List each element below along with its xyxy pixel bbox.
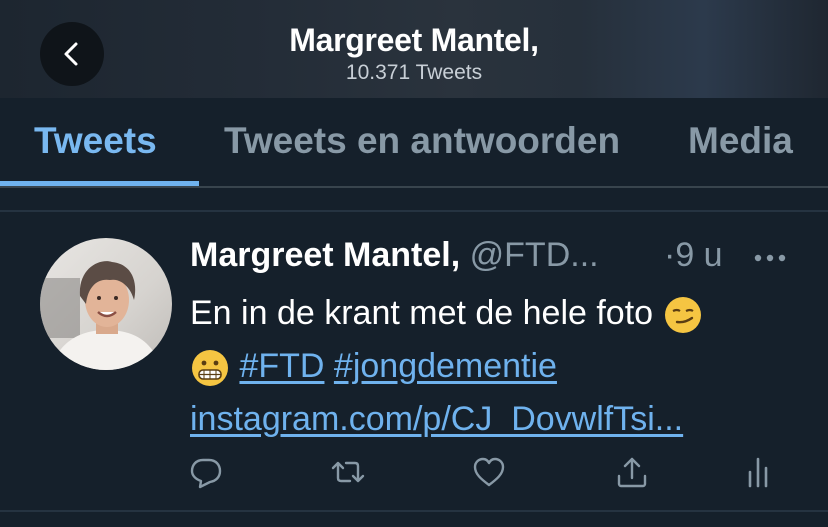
tab-media[interactable]: Media	[688, 120, 793, 162]
profile-header: Margreet Mantel, 10.371 Tweets	[0, 0, 828, 98]
retweet-icon[interactable]	[330, 454, 366, 490]
tab-tweets[interactable]: Tweets	[34, 120, 157, 162]
external-link[interactable]: instagram.com/p/CJ_DovwlfTsi...	[190, 400, 683, 438]
smirking-face-emoji	[664, 297, 701, 334]
tweet-timestamp[interactable]: ·9 u	[664, 236, 723, 275]
reply-icon[interactable]	[188, 454, 224, 490]
profile-name-title: Margreet Mantel,	[289, 22, 539, 58]
divider	[0, 210, 828, 212]
avatar-photo	[40, 238, 172, 370]
tweet-author[interactable]: Margreet Mantel, @FTD...	[190, 236, 599, 275]
more-options-icon[interactable]	[752, 248, 788, 268]
analytics-icon[interactable]	[740, 454, 776, 490]
avatar[interactable]	[40, 238, 172, 370]
grimacing-face-emoji	[192, 350, 228, 387]
like-icon[interactable]	[471, 454, 507, 490]
share-icon[interactable]	[614, 454, 650, 490]
tweet-body: En in de krant met de hele foto #FTD #jo…	[190, 287, 800, 446]
hashtag-link[interactable]: #FTD	[239, 347, 324, 385]
tab-tweets-and-replies[interactable]: Tweets en antwoorden	[224, 120, 620, 162]
hashtag-link[interactable]: #jongdementie	[334, 347, 557, 385]
tweet-text: En in de krant met de hele foto	[190, 294, 654, 332]
tweet-count: 10.371 Tweets	[345, 61, 483, 84]
divider	[0, 510, 828, 512]
divider	[0, 186, 828, 188]
author-name[interactable]: Margreet Mantel,	[190, 236, 460, 274]
author-handle[interactable]: @FTD...	[470, 236, 599, 274]
profile-tabs: Tweets Tweets en antwoorden Media	[0, 98, 828, 186]
